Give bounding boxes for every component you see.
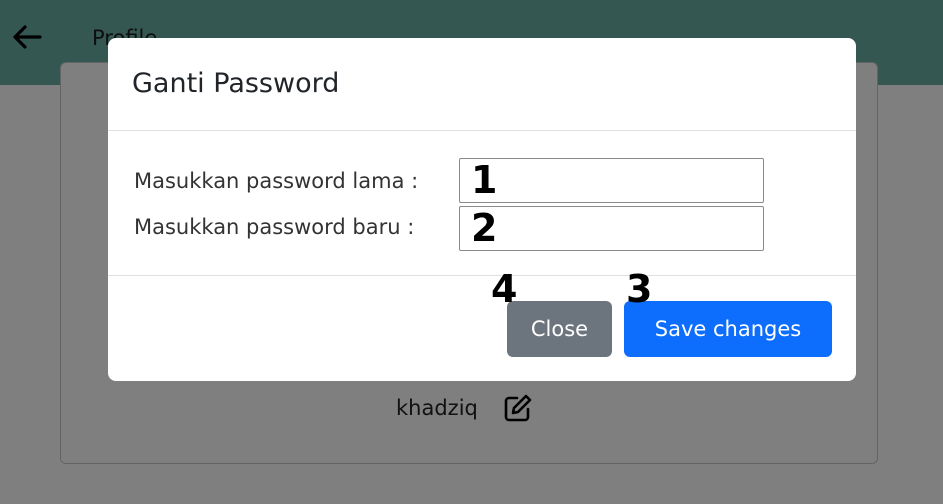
modal-header: Ganti Password (108, 38, 856, 131)
annotation-marker-1: 1 (471, 158, 498, 202)
annotation-marker-3: 3 (626, 267, 653, 311)
save-changes-button[interactable]: Save changes (624, 301, 832, 357)
modal-title: Ganti Password (132, 68, 340, 99)
new-password-input[interactable] (459, 206, 764, 251)
annotation-marker-2: 2 (471, 206, 498, 250)
old-password-input[interactable] (459, 158, 764, 203)
modal-body (108, 131, 856, 276)
annotation-marker-4: 4 (491, 267, 518, 311)
close-button[interactable]: Close (507, 301, 612, 357)
